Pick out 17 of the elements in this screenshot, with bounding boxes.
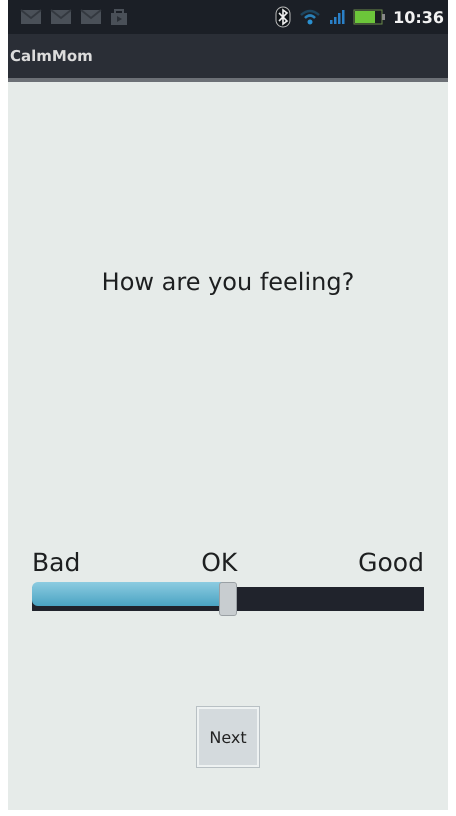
status-time: 10:36 <box>393 8 444 26</box>
next-button[interactable]: Next <box>197 707 259 767</box>
question-text: How are you feeling? <box>102 268 354 296</box>
shopping-bag-icon <box>110 8 128 26</box>
app-title: CalmMom <box>10 47 93 65</box>
slider-label: OK <box>201 548 238 577</box>
slider-thumb[interactable] <box>219 582 237 616</box>
mail-icon <box>50 9 72 25</box>
bluetooth-icon <box>275 6 292 28</box>
slider-label: Bad <box>32 548 80 577</box>
mail-icon <box>80 9 102 25</box>
mail-icon <box>20 9 42 25</box>
battery-icon <box>353 9 386 25</box>
wifi-icon <box>299 9 322 25</box>
slider-track[interactable] <box>32 582 424 616</box>
slider-label: Good <box>358 548 424 577</box>
signal-icon <box>329 9 346 25</box>
